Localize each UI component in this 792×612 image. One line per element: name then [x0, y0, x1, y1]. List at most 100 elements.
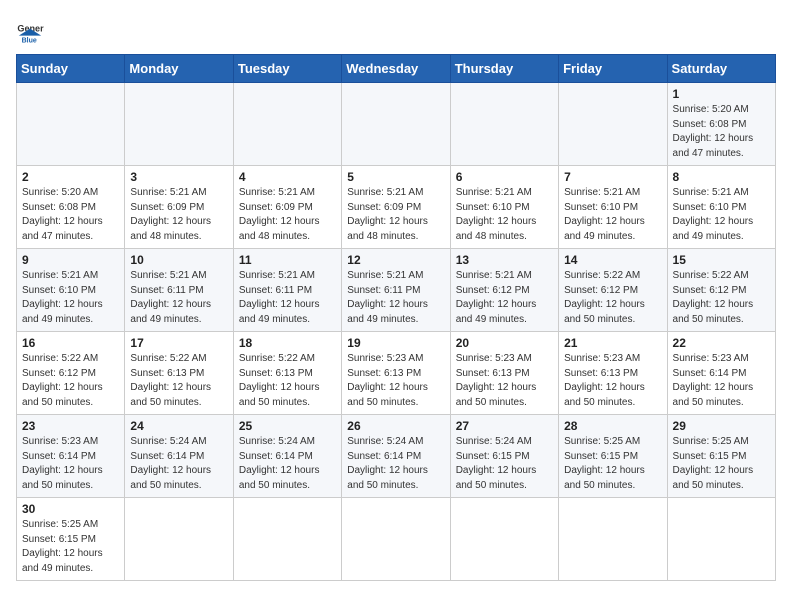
- calendar-week-row: 23Sunrise: 5:23 AMSunset: 6:14 PMDayligh…: [17, 415, 776, 498]
- calendar-cell: 23Sunrise: 5:23 AMSunset: 6:14 PMDayligh…: [17, 415, 125, 498]
- calendar-cell: 18 Sunrise: 5:22 AMSunset: 6:13 PMDayligh…: [233, 332, 341, 415]
- calendar-cell: 19 Sunrise: 5:23 AMSunset: 6:13 PMDayligh…: [342, 332, 450, 415]
- col-header-tuesday: Tuesday: [233, 55, 341, 83]
- day-number: 1: [673, 87, 770, 101]
- calendar-header-row: SundayMondayTuesdayWednesdayThursdayFrid…: [17, 55, 776, 83]
- day-info: Sunrise: 5:23 AMSunset: 6:13 PMDaylight:…: [456, 352, 553, 410]
- calendar-cell: [450, 498, 558, 581]
- day-number: 17: [130, 336, 227, 350]
- calendar-cell: 14Sunrise: 5:22 AMSunset: 6:12 PMDayligh…: [559, 249, 667, 332]
- day-number: 11: [239, 253, 336, 267]
- calendar-week-row: 2 Sunrise: 5:20 AMSunset: 6:08 PMDaylight…: [17, 166, 776, 249]
- day-number: 26: [347, 419, 444, 433]
- calendar-cell: 28 Sunrise: 5:25 AMSunset: 6:15 PMDayligh…: [559, 415, 667, 498]
- calendar-week-row: 30Sunrise: 5:25 AMSunset: 6:15 PMDayligh…: [17, 498, 776, 581]
- calendar-cell: 17 Sunrise: 5:22 AMSunset: 6:13 PMDayligh…: [125, 332, 233, 415]
- day-number: 8: [673, 170, 770, 184]
- day-number: 19: [347, 336, 444, 350]
- calendar-table: SundayMondayTuesdayWednesdayThursdayFrid…: [16, 54, 776, 581]
- calendar-cell: [342, 498, 450, 581]
- calendar-cell: [559, 498, 667, 581]
- calendar-cell: [342, 83, 450, 166]
- day-info: Sunrise: 5:21 AMSunset: 6:11 PMDaylight:…: [130, 269, 227, 327]
- calendar-cell: 20 Sunrise: 5:23 AMSunset: 6:13 PMDayligh…: [450, 332, 558, 415]
- day-number: 14: [564, 253, 661, 267]
- calendar-cell: 25Sunrise: 5:24 AMSunset: 6:14 PMDayligh…: [233, 415, 341, 498]
- day-info: Sunrise: 5:21 AMSunset: 6:11 PMDaylight:…: [239, 269, 336, 327]
- day-number: 18: [239, 336, 336, 350]
- calendar-week-row: 9 Sunrise: 5:21 AMSunset: 6:10 PMDaylight…: [17, 249, 776, 332]
- day-number: 25: [239, 419, 336, 433]
- calendar-cell: 16Sunrise: 5:22 AMSunset: 6:12 PMDayligh…: [17, 332, 125, 415]
- day-info: Sunrise: 5:21 AMSunset: 6:09 PMDaylight:…: [130, 186, 227, 244]
- day-number: 3: [130, 170, 227, 184]
- day-info: Sunrise: 5:20 AMSunset: 6:08 PMDaylight:…: [673, 103, 770, 161]
- calendar-cell: [667, 498, 775, 581]
- day-number: 15: [673, 253, 770, 267]
- calendar-cell: 11 Sunrise: 5:21 AMSunset: 6:11 PMDayligh…: [233, 249, 341, 332]
- calendar-cell: [125, 498, 233, 581]
- day-info: Sunrise: 5:23 AMSunset: 6:14 PMDaylight:…: [673, 352, 770, 410]
- calendar-cell: 10 Sunrise: 5:21 AMSunset: 6:11 PMDayligh…: [125, 249, 233, 332]
- day-info: Sunrise: 5:22 AMSunset: 6:13 PMDaylight:…: [130, 352, 227, 410]
- day-number: 20: [456, 336, 553, 350]
- calendar-cell: 12 Sunrise: 5:21 AMSunset: 6:11 PMDayligh…: [342, 249, 450, 332]
- calendar-week-row: 16Sunrise: 5:22 AMSunset: 6:12 PMDayligh…: [17, 332, 776, 415]
- calendar-cell: [125, 83, 233, 166]
- calendar-cell: 1 Sunrise: 5:20 AMSunset: 6:08 PMDaylight…: [667, 83, 775, 166]
- day-info: Sunrise: 5:24 AMSunset: 6:14 PMDaylight:…: [347, 435, 444, 493]
- calendar-cell: 29Sunrise: 5:25 AMSunset: 6:15 PMDayligh…: [667, 415, 775, 498]
- day-info: Sunrise: 5:22 AMSunset: 6:12 PMDaylight:…: [22, 352, 119, 410]
- day-info: Sunrise: 5:24 AMSunset: 6:14 PMDaylight:…: [130, 435, 227, 493]
- calendar-cell: 6 Sunrise: 5:21 AMSunset: 6:10 PMDaylight…: [450, 166, 558, 249]
- col-header-friday: Friday: [559, 55, 667, 83]
- logo-icon: General Blue: [16, 16, 44, 44]
- day-number: 6: [456, 170, 553, 184]
- calendar-cell: 9 Sunrise: 5:21 AMSunset: 6:10 PMDaylight…: [17, 249, 125, 332]
- col-header-thursday: Thursday: [450, 55, 558, 83]
- col-header-wednesday: Wednesday: [342, 55, 450, 83]
- calendar-week-row: 1 Sunrise: 5:20 AMSunset: 6:08 PMDaylight…: [17, 83, 776, 166]
- day-number: 21: [564, 336, 661, 350]
- day-number: 4: [239, 170, 336, 184]
- calendar-cell: 27 Sunrise: 5:24 AMSunset: 6:15 PMDayligh…: [450, 415, 558, 498]
- calendar-cell: [559, 83, 667, 166]
- day-info: Sunrise: 5:20 AMSunset: 6:08 PMDaylight:…: [22, 186, 119, 244]
- calendar-cell: 30Sunrise: 5:25 AMSunset: 6:15 PMDayligh…: [17, 498, 125, 581]
- day-number: 22: [673, 336, 770, 350]
- day-info: Sunrise: 5:23 AMSunset: 6:13 PMDaylight:…: [347, 352, 444, 410]
- logo: General Blue: [16, 16, 48, 44]
- calendar-cell: 26 Sunrise: 5:24 AMSunset: 6:14 PMDayligh…: [342, 415, 450, 498]
- day-info: Sunrise: 5:25 AMSunset: 6:15 PMDaylight:…: [673, 435, 770, 493]
- day-number: 2: [22, 170, 119, 184]
- day-info: Sunrise: 5:23 AMSunset: 6:13 PMDaylight:…: [564, 352, 661, 410]
- day-number: 9: [22, 253, 119, 267]
- calendar-cell: 21 Sunrise: 5:23 AMSunset: 6:13 PMDayligh…: [559, 332, 667, 415]
- day-info: Sunrise: 5:21 AMSunset: 6:09 PMDaylight:…: [347, 186, 444, 244]
- day-info: Sunrise: 5:21 AMSunset: 6:10 PMDaylight:…: [22, 269, 119, 327]
- day-number: 28: [564, 419, 661, 433]
- calendar-cell: [450, 83, 558, 166]
- day-number: 10: [130, 253, 227, 267]
- col-header-monday: Monday: [125, 55, 233, 83]
- day-number: 13: [456, 253, 553, 267]
- calendar-cell: 22 Sunrise: 5:23 AMSunset: 6:14 PMDayligh…: [667, 332, 775, 415]
- day-info: Sunrise: 5:22 AMSunset: 6:13 PMDaylight:…: [239, 352, 336, 410]
- day-info: Sunrise: 5:21 AMSunset: 6:10 PMDaylight:…: [456, 186, 553, 244]
- day-number: 27: [456, 419, 553, 433]
- calendar-cell: [17, 83, 125, 166]
- calendar-cell: 5Sunrise: 5:21 AMSunset: 6:09 PMDaylight…: [342, 166, 450, 249]
- day-info: Sunrise: 5:24 AMSunset: 6:15 PMDaylight:…: [456, 435, 553, 493]
- day-info: Sunrise: 5:21 AMSunset: 6:09 PMDaylight:…: [239, 186, 336, 244]
- day-info: Sunrise: 5:25 AMSunset: 6:15 PMDaylight:…: [564, 435, 661, 493]
- col-header-saturday: Saturday: [667, 55, 775, 83]
- day-number: 23: [22, 419, 119, 433]
- day-info: Sunrise: 5:21 AMSunset: 6:11 PMDaylight:…: [347, 269, 444, 327]
- calendar-cell: 3 Sunrise: 5:21 AMSunset: 6:09 PMDaylight…: [125, 166, 233, 249]
- calendar-cell: [233, 83, 341, 166]
- calendar-cell: [233, 498, 341, 581]
- calendar-cell: 7Sunrise: 5:21 AMSunset: 6:10 PMDaylight…: [559, 166, 667, 249]
- day-number: 12: [347, 253, 444, 267]
- day-info: Sunrise: 5:21 AMSunset: 6:10 PMDaylight:…: [564, 186, 661, 244]
- header: General Blue: [16, 16, 776, 44]
